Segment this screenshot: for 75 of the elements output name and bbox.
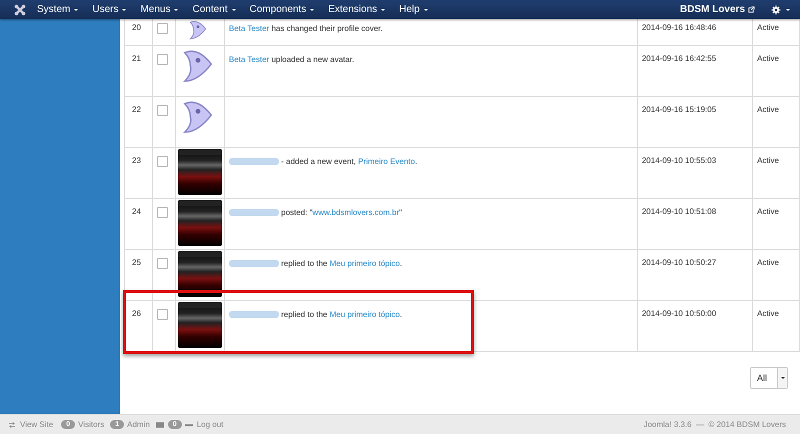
activity-link[interactable]: Beta Tester xyxy=(228,24,270,33)
caret-icon xyxy=(74,8,78,10)
activity-link[interactable]: Meu primeiro tópico xyxy=(330,310,400,319)
activity-text: . xyxy=(414,157,418,166)
menu-item[interactable]: Extensions xyxy=(328,4,386,15)
activity-text: has changed their profile cover. xyxy=(270,24,383,33)
activity-text: " xyxy=(399,208,402,217)
activity-text: . xyxy=(400,310,402,319)
menu-item[interactable]: Users xyxy=(92,4,126,15)
external-link-icon xyxy=(748,6,755,13)
status-cell: Active xyxy=(752,96,800,148)
status-cell: Active xyxy=(752,148,800,198)
admin-label: Admin xyxy=(127,420,150,429)
settings-icon[interactable] xyxy=(771,4,781,14)
arrows-icon xyxy=(8,422,16,428)
menu-item[interactable]: Menus xyxy=(140,4,178,15)
caret-icon xyxy=(310,8,314,10)
activity-text: - added a new event, xyxy=(280,157,357,166)
activity-link[interactable]: Beta Tester xyxy=(228,55,270,64)
blurred-name-block xyxy=(228,209,279,216)
photo-placeholder xyxy=(178,251,222,297)
menu-item[interactable]: Content xyxy=(192,4,236,15)
table-cell: 25 xyxy=(124,250,152,300)
table-cell: 2014-09-16 16:48:46 xyxy=(637,19,753,46)
menu-item[interactable]: System xyxy=(37,4,78,15)
caret-icon xyxy=(122,8,126,10)
activity-link[interactable]: Meu primeiro tópico xyxy=(330,259,400,268)
row-checkbox[interactable] xyxy=(156,309,168,320)
row-checkbox[interactable] xyxy=(156,156,168,167)
photo-placeholder xyxy=(178,149,222,195)
caret-icon[interactable] xyxy=(786,8,790,10)
caret-icon xyxy=(381,8,386,10)
caret-icon xyxy=(232,8,236,10)
status-cell: Active xyxy=(752,19,800,46)
activity-link[interactable]: www.bdsmlovers.com.br xyxy=(312,208,400,217)
row-checkbox[interactable] xyxy=(156,207,168,218)
status-cell: Active xyxy=(752,250,800,300)
photo-placeholder xyxy=(178,302,222,348)
caret-icon xyxy=(424,8,428,10)
row-checkbox[interactable] xyxy=(156,105,168,116)
row-checkbox[interactable] xyxy=(156,258,168,269)
photo-placeholder xyxy=(178,200,222,246)
blurred-name-block xyxy=(228,260,279,268)
minus-icon xyxy=(184,422,193,428)
row-checkbox[interactable] xyxy=(156,54,168,65)
table-cell: 2014-09-10 10:51:08 xyxy=(637,198,753,250)
blurred-name-block xyxy=(228,311,279,318)
blurred-name-block xyxy=(228,158,279,166)
table-cell: 2014-09-10 10:50:27 xyxy=(637,250,753,300)
activity-text: posted: " xyxy=(280,208,312,217)
visitors-label: Visitors xyxy=(78,420,104,429)
table-cell: 2014-09-10 10:55:03 xyxy=(637,148,753,198)
activity-link[interactable]: Primeiro Evento xyxy=(358,157,415,166)
table-cell: 20 xyxy=(124,19,152,46)
status-cell: Active xyxy=(752,198,800,250)
table-cell: 2014-09-10 10:50:00 xyxy=(637,300,753,352)
menu-item[interactable]: Help xyxy=(399,4,428,15)
activity-text: . xyxy=(400,259,402,268)
table-cell: 2014-09-16 16:42:55 xyxy=(637,46,753,96)
table-cell: 24 xyxy=(124,198,152,250)
joomla-logo-icon[interactable] xyxy=(14,4,26,16)
menu-item[interactable]: Components xyxy=(250,4,314,15)
status-cell: Active xyxy=(752,46,800,96)
limit-select[interactable]: All xyxy=(750,367,788,389)
caret-icon xyxy=(174,8,178,10)
table-cell: 23 xyxy=(124,148,152,198)
table-cell: 2014-09-16 15:19:05 xyxy=(637,96,753,148)
row-checkbox[interactable] xyxy=(156,23,168,34)
site-link[interactable]: BDSM Lovers xyxy=(680,4,745,15)
table-cell: 22 xyxy=(124,96,152,148)
activity-text: replied to the xyxy=(280,259,328,268)
table-cell: 21 xyxy=(124,46,152,96)
activity-text: replied to the xyxy=(280,310,328,319)
version-text: Joomla! 3.3.6 — © 2014 BDSM Lovers xyxy=(644,420,786,429)
activity-text: uploaded a new avatar. xyxy=(270,55,354,64)
